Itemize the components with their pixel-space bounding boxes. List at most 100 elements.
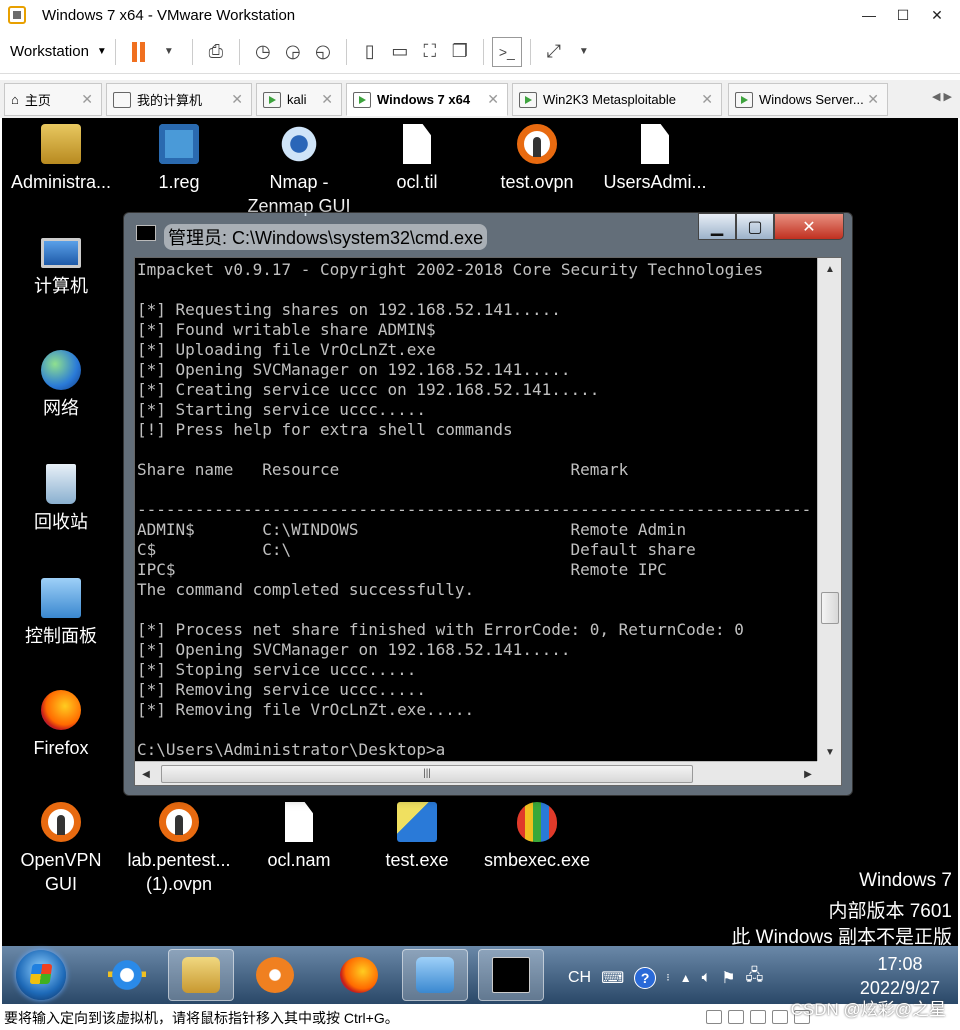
tab-kali[interactable]: kali ✕ (256, 83, 342, 116)
action-center-flag-icon[interactable]: ⚑ (721, 968, 735, 988)
desktop-icon[interactable]: test.ovpn (478, 124, 596, 194)
tab-windows-server[interactable]: Windows Server... ✕ (728, 83, 888, 116)
desktop-icon[interactable]: 计算机 (2, 238, 120, 298)
cd-drive-icon[interactable] (728, 1010, 744, 1024)
firefox-icon (41, 690, 81, 730)
tab-home[interactable]: ⌂ 主页 ✕ (4, 83, 102, 116)
network-adapter-icon[interactable] (750, 1010, 766, 1024)
desktop-icon[interactable]: Nmap - Zenmap GUI (240, 124, 358, 218)
cmd-title-bar[interactable]: 管理员: C:\Windows\system32\cmd.exe ▁ ▢ ✕ (124, 213, 852, 255)
sidebar-view-icon[interactable]: ▯ (355, 37, 385, 67)
stretch-dropdown-icon[interactable]: ▼ (569, 37, 599, 67)
tab-close-icon[interactable]: ✕ (231, 91, 243, 108)
network-status-icon[interactable]: 🖧︎ (746, 964, 764, 991)
desktop-icon[interactable]: OpenVPN GUI (2, 802, 120, 896)
thumbnail-view-icon[interactable]: ▭ (385, 37, 415, 67)
taskbar-explorer-button[interactable] (168, 949, 234, 1001)
start-button[interactable] (16, 950, 66, 1000)
desktop-icon[interactable]: Administra... (2, 124, 120, 194)
stretch-guest-icon[interactable]: ⤢ (539, 37, 569, 67)
send-ctrl-alt-del-icon[interactable]: ⎙ (201, 37, 231, 67)
desktop-icon[interactable]: UsersAdmi... (596, 124, 714, 194)
vertical-scrollbar[interactable]: ▲ ▼ (817, 258, 841, 763)
taskbar-control-panel-button[interactable] (402, 949, 468, 1001)
tab-label: Windows 7 x64 (377, 92, 471, 107)
taskbar-ie-button[interactable] (94, 949, 160, 1001)
tab-win2k3-metasploitable[interactable]: Win2K3 Metasploitable ✕ (512, 83, 722, 116)
desktop-icon[interactable]: Firefox (2, 690, 120, 760)
taskbar-media-player-button[interactable] (242, 949, 308, 1001)
full-screen-icon[interactable]: ⛶ (415, 37, 445, 67)
desktop-icon[interactable]: 控制面板 (2, 578, 120, 648)
desktop-icon[interactable]: 1.reg (120, 124, 238, 194)
taskbar-firefox-button[interactable] (326, 949, 392, 1001)
toolbar-separator (191, 38, 193, 65)
snapshot-icon[interactable]: ◷ (248, 37, 278, 67)
console-line: C:\Users\Administrator\Desktop>a (137, 740, 446, 759)
tab-close-icon[interactable]: ✕ (701, 91, 713, 108)
volume-icon[interactable]: 🔈︎ (702, 969, 712, 987)
tab-close-icon[interactable]: ✕ (487, 91, 499, 108)
horizontal-scroll-thumb[interactable]: ||| (161, 765, 693, 783)
desktop-icon[interactable]: ocl.til (358, 124, 476, 194)
toolbar-separator (345, 38, 347, 65)
usb-icon[interactable] (772, 1010, 788, 1024)
console-view-icon[interactable]: >_ (491, 36, 522, 67)
console-line: Impacket v0.9.17 - Copyright 2002-2018 C… (137, 260, 764, 279)
show-hidden-icons-icon[interactable]: ▲ (680, 971, 692, 985)
tab-my-computer[interactable]: 我的计算机 ✕ (106, 83, 252, 116)
scroll-left-arrow-icon[interactable]: ◀ (135, 762, 157, 785)
taskbar-cmd-button[interactable] (478, 949, 544, 1001)
cmd-minimize-button[interactable]: ▁ (698, 213, 736, 240)
close-button[interactable]: ✕ (920, 0, 954, 30)
tab-scroll-arrows-icon[interactable]: ◀ ▶ (932, 90, 952, 103)
network-icon (41, 350, 81, 390)
scroll-right-arrow-icon[interactable]: ▶ (797, 762, 819, 785)
toolbar-separator (114, 38, 116, 65)
desktop-icon[interactable]: 回收站 (2, 464, 120, 534)
tray-options-icon[interactable]: ⁝ (666, 971, 670, 984)
tab-close-icon[interactable]: ✕ (321, 91, 333, 108)
vmware-status-bar: 要将输入定向到该虚拟机，请将鼠标指针移入其中或按 Ctrl+G。 CSDN @炫… (0, 1000, 960, 1030)
revert-snapshot-icon[interactable]: ◶ (278, 37, 308, 67)
cmd-maximize-button[interactable]: ▢ (736, 213, 774, 240)
tab-close-icon[interactable]: ✕ (81, 91, 93, 108)
desktop-icon[interactable]: lab.pentest... (1).ovpn (120, 802, 238, 896)
guest-taskbar: CH ⌨ ? ⁝ ▲ 🔈︎ ⚑ 🖧︎ 17:08 2022/9/27 (2, 946, 958, 1004)
tab-close-icon[interactable]: ✕ (867, 91, 879, 108)
hard-disk-icon[interactable] (706, 1010, 722, 1024)
minimize-button[interactable]: — (852, 0, 886, 30)
pause-icon[interactable] (124, 37, 154, 67)
folder-icon (182, 957, 220, 993)
pause-dropdown-icon[interactable]: ▼ (154, 37, 184, 67)
desktop-icon[interactable]: test.exe (358, 802, 476, 872)
tab-windows-7-x64[interactable]: Windows 7 x64 ✕ (346, 83, 508, 116)
desktop-icon-label: ocl.til (396, 172, 438, 192)
clock[interactable]: 17:08 2022/9/27 (860, 952, 940, 1000)
window-controls: — ☐ ✕ (852, 0, 954, 30)
desktop-icon[interactable]: smbexec.exe (478, 802, 596, 872)
language-indicator[interactable]: CH (568, 969, 591, 987)
tab-label: kali (287, 92, 307, 107)
maximize-button[interactable]: ☐ (886, 0, 920, 30)
unity-view-icon[interactable]: ❐ (445, 37, 475, 67)
horizontal-scrollbar[interactable]: ◀ ||| ▶ (135, 761, 819, 785)
scroll-down-arrow-icon[interactable]: ▼ (818, 741, 841, 763)
console-area[interactable]: Impacket v0.9.17 - Copyright 2002-2018 C… (134, 257, 842, 786)
vmware-logo-icon (8, 6, 26, 24)
help-icon[interactable]: ? (634, 966, 657, 989)
snapshot-manager-icon[interactable]: ◵ (308, 37, 338, 67)
desktop-icon[interactable]: 网络 (2, 350, 120, 420)
workstation-menu[interactable]: Workstation ▼ (10, 43, 107, 60)
keyboard-icon[interactable]: ⌨ (601, 968, 624, 988)
desktop-icon[interactable]: ocl.nam (240, 802, 358, 872)
windows-watermark-line: 内部版本 7601 (828, 901, 952, 922)
vertical-scroll-thumb[interactable] (821, 592, 839, 624)
scroll-up-arrow-icon[interactable]: ▲ (818, 258, 841, 280)
console-output[interactable]: Impacket v0.9.17 - Copyright 2002-2018 C… (137, 260, 813, 760)
cmd-close-button[interactable]: ✕ (774, 213, 844, 240)
cmd-window[interactable]: 管理员: C:\Windows\system32\cmd.exe ▁ ▢ ✕ I… (123, 212, 853, 796)
